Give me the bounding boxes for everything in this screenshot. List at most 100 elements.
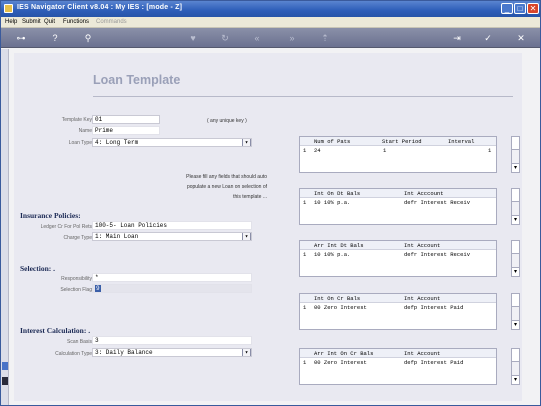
- table-cell[interactable]: defp Interest Paid: [404, 304, 463, 311]
- menu-commands[interactable]: Commands: [96, 19, 127, 25]
- minimize-button[interactable]: _: [501, 3, 513, 14]
- column-header: Interval: [448, 138, 475, 145]
- ledger-field[interactable]: 100-5- Loan Policies: [92, 221, 252, 230]
- table-row[interactable]: 1 10 10% p.a. defr Interest Receiv: [300, 198, 496, 206]
- table-cell[interactable]: 00 Zero Interest: [314, 304, 367, 311]
- calculation-type-select[interactable]: 3: Daily Balance ▾: [92, 348, 252, 357]
- interest-dt-grid[interactable]: Int On Dt Bals Int Acccount 1 10 10% p.a…: [299, 188, 497, 225]
- table-cell[interactable]: 10 10% p.a.: [314, 199, 350, 206]
- table-cell[interactable]: defp Interest Paid: [404, 359, 463, 366]
- arrears-cr-grid[interactable]: Arr Int On Cr Bals Int Account 1 00 Zero…: [299, 348, 497, 385]
- grid-header: Num of Pats Start Period Interval: [300, 137, 496, 146]
- scan-basis-field[interactable]: 3: [92, 336, 252, 345]
- note-line: populate a new Loan on selection of: [186, 184, 267, 190]
- table-row[interactable]: 1 00 Zero Interest defp Interest Paid: [300, 358, 496, 366]
- side-tab[interactable]: [2, 362, 8, 370]
- side-tab[interactable]: [2, 377, 8, 385]
- template-key-hint: ( any unique key ): [207, 118, 247, 124]
- column-header: Int Account: [404, 242, 441, 249]
- table-cell[interactable]: defr Interest Receiv: [404, 251, 470, 258]
- forward-icon[interactable]: »: [286, 32, 298, 44]
- table-cell[interactable]: defr Interest Receiv: [404, 199, 470, 206]
- scroll-down-icon[interactable]: ▾: [512, 215, 519, 224]
- scroll-thumb[interactable]: [512, 189, 519, 202]
- scrollbar[interactable]: ▾: [511, 136, 520, 173]
- interest-section-title: Interest Calculation: .: [20, 326, 91, 335]
- interest-cr-grid[interactable]: Int On Cr Bals Int Account 1 00 Zero Int…: [299, 293, 497, 330]
- export-icon[interactable]: ⇡: [319, 32, 331, 44]
- confirm-icon[interactable]: ✓: [482, 32, 494, 44]
- menu-quit[interactable]: Quit: [44, 19, 55, 25]
- key-icon[interactable]: ⊶: [11, 32, 31, 44]
- table-row[interactable]: 1 24 1 1: [300, 146, 496, 154]
- table-cell[interactable]: 10 10% p.a.: [314, 251, 350, 258]
- calculation-type-label: Calculation Type: [55, 351, 92, 357]
- note-line: Please fill any fields that should auto: [186, 174, 267, 180]
- refresh-icon[interactable]: ↻: [219, 32, 231, 44]
- loan-type-select[interactable]: 4: Long Term ▾: [92, 138, 252, 147]
- divider: [93, 96, 513, 97]
- scroll-thumb[interactable]: [512, 349, 519, 362]
- table-cell[interactable]: 24: [314, 147, 321, 154]
- row-index: 1: [303, 304, 307, 311]
- scan-basis-label: Scan Basis: [66, 339, 92, 345]
- back-icon[interactable]: «: [251, 32, 263, 44]
- column-header: Arr Int Dt Bals: [314, 242, 364, 249]
- chevron-down-icon[interactable]: ▾: [242, 349, 251, 356]
- scrollbar[interactable]: ▾: [511, 240, 520, 277]
- scroll-down-icon[interactable]: ▾: [512, 375, 519, 384]
- scroll-down-icon[interactable]: ▾: [512, 163, 519, 172]
- selection-flag-value: 9: [95, 285, 101, 292]
- toolbar: ⊶ ? ⚲ ♥ ↻ « » ⇡ ⇥ ✓ ✕: [1, 28, 540, 48]
- menu-submit[interactable]: Submit: [22, 19, 41, 25]
- name-field[interactable]: Prime: [92, 126, 160, 135]
- page-title: Loan Template: [93, 73, 181, 87]
- column-header: Int Account: [404, 295, 441, 302]
- table-cell[interactable]: 1: [383, 147, 386, 154]
- insurance-section-title: Insurance Policies:: [20, 211, 81, 220]
- menu-functions[interactable]: Functions: [63, 19, 89, 25]
- table-row[interactable]: 1 00 Zero Interest defp Interest Paid: [300, 303, 496, 311]
- menu-help[interactable]: Help: [5, 19, 17, 25]
- scroll-thumb[interactable]: [512, 137, 519, 150]
- scrollbar[interactable]: ▾: [511, 188, 520, 225]
- form-content: Loan Template Template Key 01 ( any uniq…: [14, 53, 522, 401]
- close-window-button[interactable]: ✕: [527, 3, 539, 14]
- selection-flag-field[interactable]: 9: [92, 284, 252, 293]
- scroll-thumb[interactable]: [512, 294, 519, 307]
- heart-icon[interactable]: ♥: [187, 32, 199, 44]
- charge-type-select[interactable]: 1: Main Loan ▾: [92, 232, 252, 241]
- responsibility-label: Responsibility: [61, 276, 92, 282]
- row-index: 1: [303, 147, 307, 154]
- responsibility-field[interactable]: *: [92, 273, 252, 282]
- loan-type-value: 4: Long Term: [95, 139, 139, 146]
- save-icon[interactable]: ⇥: [451, 32, 463, 44]
- selection-section-title: Selection: .: [20, 264, 55, 273]
- column-header: Int On Dt Bals: [314, 190, 361, 197]
- template-key-field[interactable]: 01: [92, 115, 160, 124]
- calculation-type-value: 3: Daily Balance: [95, 349, 153, 356]
- arrears-dt-grid[interactable]: Arr Int Dt Bals Int Account 1 10 10% p.a…: [299, 240, 497, 277]
- help-icon[interactable]: ?: [49, 32, 61, 44]
- table-cell[interactable]: 00 Zero Interest: [314, 359, 367, 366]
- maximize-button[interactable]: □: [514, 3, 526, 14]
- grid-header: Int On Dt Bals Int Acccount: [300, 189, 496, 198]
- autopopulate-note: Please fill any fields that should auto …: [142, 172, 267, 202]
- search-icon[interactable]: ⚲: [82, 32, 94, 44]
- close-icon[interactable]: ✕: [515, 32, 527, 44]
- table-row[interactable]: 1 10 10% p.a. defr Interest Receiv: [300, 250, 496, 258]
- grid-header: Arr Int On Cr Bals Int Account: [300, 349, 496, 358]
- grid-header: Int On Cr Bals Int Account: [300, 294, 496, 303]
- chevron-down-icon[interactable]: ▾: [242, 139, 251, 146]
- scrollbar[interactable]: ▾: [511, 293, 520, 330]
- scroll-down-icon[interactable]: ▾: [512, 320, 519, 329]
- table-cell[interactable]: 1: [488, 147, 491, 154]
- scroll-down-icon[interactable]: ▾: [512, 267, 519, 276]
- payments-grid[interactable]: Num of Pats Start Period Interval 1 24 1…: [299, 136, 497, 173]
- loan-type-label: Loan Type: [68, 140, 92, 146]
- scrollbar[interactable]: ▾: [511, 348, 520, 385]
- chevron-down-icon[interactable]: ▾: [242, 233, 251, 240]
- title-bar: IES Navigator Client v8.04 : My IES : [m…: [1, 1, 540, 17]
- column-header: Num of Pats: [314, 138, 351, 145]
- scroll-thumb[interactable]: [512, 241, 519, 254]
